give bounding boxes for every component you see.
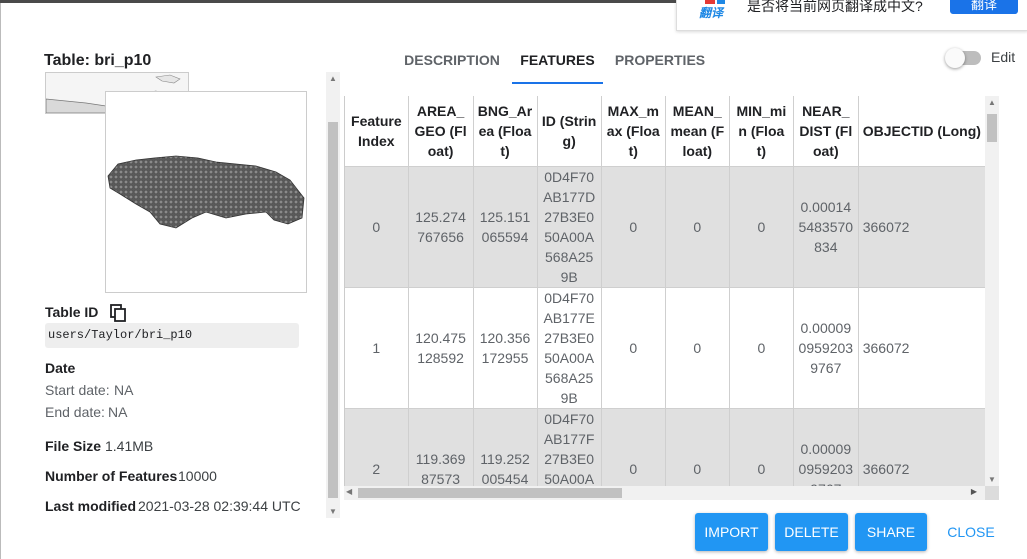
feature-preview-map bbox=[105, 91, 307, 293]
table-cell: 0.0000909592039767 bbox=[793, 408, 859, 486]
file-size-label: File Size bbox=[45, 438, 102, 454]
col-header-area-geo[interactable]: AREA_GEO (Float) bbox=[408, 96, 474, 167]
file-size-value: 1.41MB bbox=[105, 438, 154, 454]
num-features-value: 10000 bbox=[178, 468, 217, 484]
features-table-container[interactable]: Feature Index AREA_GEO (Float) BNG_Area … bbox=[344, 96, 986, 486]
scroll-left-arrow-icon[interactable]: ◀ bbox=[346, 487, 352, 496]
table-id-value[interactable]: users/Taylor/bri_p10 bbox=[45, 323, 299, 348]
table-cell: 0 bbox=[665, 287, 730, 409]
col-header-mean-mean[interactable]: MEAN_mean (Float) bbox=[665, 96, 730, 167]
table-cell: 0D4F70AB177F27B3E050A00A568A259B bbox=[537, 408, 602, 486]
table-cell: 119.252005454 bbox=[473, 408, 538, 486]
scroll-down-arrow-icon[interactable]: ▼ bbox=[329, 507, 337, 516]
table-cell: 366072 bbox=[858, 287, 986, 409]
date-label: Date bbox=[45, 360, 76, 376]
table-hscroll-thumb[interactable] bbox=[358, 488, 622, 498]
end-date-label: End date: bbox=[45, 404, 105, 420]
col-header-min-min[interactable]: MIN_min (Float) bbox=[729, 96, 794, 167]
table-cell: 0 bbox=[665, 166, 730, 288]
delete-button[interactable]: DELETE bbox=[775, 513, 848, 551]
table-cell: 0 bbox=[345, 166, 409, 288]
table-cell: 0.0000909592039767 bbox=[793, 287, 859, 409]
close-button[interactable]: CLOSE bbox=[940, 513, 1002, 551]
col-header-objectid[interactable]: OBJECTID (Long) bbox=[858, 96, 986, 167]
window-left-edge bbox=[0, 3, 1, 559]
tab-properties[interactable]: PROPERTIES bbox=[610, 42, 710, 82]
share-button[interactable]: SHARE bbox=[855, 513, 927, 551]
col-header-max-max[interactable]: MAX_max (Float) bbox=[601, 96, 666, 167]
table-cell: 2 bbox=[345, 408, 409, 486]
col-header-feature-index[interactable]: Feature Index bbox=[345, 96, 409, 167]
scroll-right-arrow-icon[interactable]: ▶ bbox=[971, 487, 977, 496]
left-panel-scrollbar[interactable]: ▲ ▼ bbox=[326, 72, 340, 518]
import-button[interactable]: IMPORT bbox=[695, 513, 768, 551]
table-cell: 0 bbox=[601, 166, 666, 288]
table-row[interactable]: 2 119.36987573 119.252005454 0D4F70AB177… bbox=[345, 408, 986, 486]
scrollbar-corner bbox=[985, 486, 999, 500]
translate-prompt: 是否将当前网页翻译成中文? bbox=[747, 0, 923, 14]
col-header-bng-area[interactable]: BNG_Area (Float) bbox=[473, 96, 538, 167]
col-header-near-dist[interactable]: NEAR_DIST (Float) bbox=[793, 96, 859, 167]
table-horizontal-scrollbar[interactable]: ◀ ▶ bbox=[344, 486, 985, 500]
table-cell: 0 bbox=[665, 408, 730, 486]
table-id-label: Table ID bbox=[45, 304, 99, 320]
table-cell: 125.274767656 bbox=[408, 166, 474, 288]
table-cell: 0.000145483570834 bbox=[793, 166, 859, 288]
dialog-title: Table: bri_p10 bbox=[44, 52, 152, 69]
table-cell: 0 bbox=[729, 408, 794, 486]
copy-icon[interactable] bbox=[109, 303, 129, 323]
edit-toggle[interactable] bbox=[945, 47, 983, 69]
scroll-up-arrow-icon[interactable]: ▲ bbox=[329, 74, 337, 83]
table-vertical-scrollbar[interactable]: ▲ ▼ bbox=[985, 96, 999, 486]
features-table: Feature Index AREA_GEO (Float) BNG_Area … bbox=[345, 96, 986, 486]
table-cell: 0D4F70AB177D27B3E050A00A568A259B bbox=[537, 166, 602, 288]
num-features-label: Number of Features bbox=[45, 468, 178, 484]
table-cell: 0 bbox=[729, 166, 794, 288]
table-row[interactable]: 0 125.274767656 125.151065594 0D4F70AB17… bbox=[345, 166, 986, 288]
table-cell: 0 bbox=[601, 408, 666, 486]
edit-label: Edit bbox=[991, 49, 1016, 65]
translate-logo-icon: 翻译 bbox=[699, 0, 733, 20]
table-vscroll-thumb[interactable] bbox=[987, 114, 997, 142]
start-date-value: NA bbox=[114, 382, 134, 398]
table-cell: 366072 bbox=[858, 408, 986, 486]
tab-description[interactable]: DESCRIPTION bbox=[397, 42, 507, 82]
table-row[interactable]: 1 120.475128592 120.356172955 0D4F70AB17… bbox=[345, 287, 986, 409]
translate-button[interactable]: 翻译 bbox=[950, 0, 1018, 14]
table-cell: 0 bbox=[601, 287, 666, 409]
start-date-label: Start date: bbox=[45, 382, 110, 398]
table-cell: 0 bbox=[729, 287, 794, 409]
translate-bar: 翻译 是否将当前网页翻译成中文? 翻译 bbox=[676, 0, 1027, 31]
table-cell: 125.151065594 bbox=[473, 166, 538, 288]
scroll-up-arrow-icon[interactable]: ▲ bbox=[988, 98, 996, 107]
table-cell: 120.356172955 bbox=[473, 287, 538, 409]
table-header-row: Feature Index AREA_GEO (Float) BNG_Area … bbox=[345, 96, 986, 167]
table-cell: 1 bbox=[345, 287, 409, 409]
scroll-down-arrow-icon[interactable]: ▼ bbox=[988, 475, 996, 484]
table-cell: 120.475128592 bbox=[408, 287, 474, 409]
col-header-id[interactable]: ID (String) bbox=[537, 96, 602, 167]
last-modified-label: Last modified bbox=[45, 498, 137, 514]
table-cell: 366072 bbox=[858, 166, 986, 288]
left-scroll-thumb[interactable] bbox=[328, 122, 338, 498]
last-modified-value: 2021-03-28 02:39:44 UTC bbox=[138, 498, 301, 514]
end-date-value: NA bbox=[108, 404, 128, 420]
tab-features[interactable]: FEATURES bbox=[512, 42, 603, 84]
table-cell: 0D4F70AB177E27B3E050A00A568A259B bbox=[537, 287, 602, 409]
table-cell: 119.36987573 bbox=[408, 408, 474, 486]
